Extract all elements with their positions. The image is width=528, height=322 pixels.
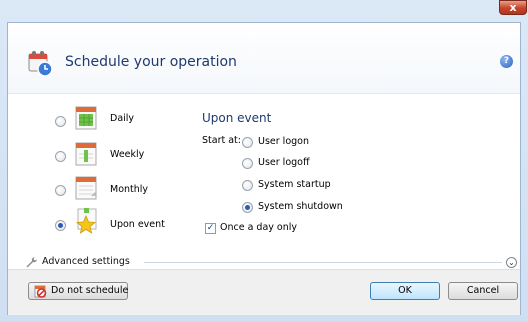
start-at-label: Start at: (202, 135, 241, 146)
option-label-weekly: Weekly (110, 149, 145, 160)
schedule-calendar-icon (28, 51, 53, 77)
radio-upon-event[interactable] (55, 220, 66, 231)
advanced-settings-link[interactable]: Advanced settings (42, 256, 130, 267)
option-label-daily: Daily (110, 113, 135, 124)
cancel-button[interactable]: Cancel (448, 282, 518, 300)
advanced-divider (144, 262, 502, 263)
close-button[interactable]: x (499, 0, 527, 15)
dialog-content: Schedule your operation ? Daily Weekly M (7, 22, 521, 315)
do-not-schedule-button[interactable]: Do not schedule (28, 282, 128, 300)
wrench-icon (26, 257, 37, 268)
choice-label-user-logon: User logon (258, 136, 309, 147)
dialog-header: Schedule your operation ? (8, 23, 520, 94)
radio-weekly[interactable] (55, 151, 66, 162)
radio-monthly[interactable] (55, 185, 66, 196)
dialog-window: x Schedule your operation ? Daily Weekly… (0, 0, 528, 322)
no-schedule-icon (34, 285, 47, 298)
option-label-monthly: Monthly (110, 184, 149, 195)
ok-button[interactable]: OK (370, 282, 440, 300)
calendar-weekly-icon (75, 142, 97, 166)
page-title: Schedule your operation (65, 54, 237, 70)
expand-chevron-icon[interactable]: ⌄ (506, 257, 517, 268)
radio-system-shutdown[interactable] (242, 202, 253, 213)
section-title-upon-event: Upon event (202, 111, 272, 125)
option-label-upon-event: Upon event (110, 219, 165, 230)
title-bar: x (0, 0, 528, 20)
do-not-schedule-label: Do not schedule (51, 285, 129, 296)
dialog-footer: Do not schedule OK Cancel (8, 269, 520, 315)
star-event-icon (75, 208, 97, 234)
calendar-daily-icon (75, 106, 97, 130)
radio-user-logoff[interactable] (242, 158, 253, 169)
once-a-day-label: Once a day only (220, 222, 298, 233)
choice-label-system-shutdown: System shutdown (258, 201, 343, 212)
radio-user-logon[interactable] (242, 137, 253, 148)
once-a-day-checkbox[interactable]: ✓ (205, 223, 216, 234)
help-icon[interactable]: ? (500, 55, 513, 68)
radio-daily[interactable] (55, 116, 66, 127)
choice-label-system-startup: System startup (258, 179, 331, 190)
choice-label-user-logoff: User logoff (258, 157, 310, 168)
calendar-monthly-icon (75, 176, 97, 200)
radio-system-startup[interactable] (242, 180, 253, 191)
